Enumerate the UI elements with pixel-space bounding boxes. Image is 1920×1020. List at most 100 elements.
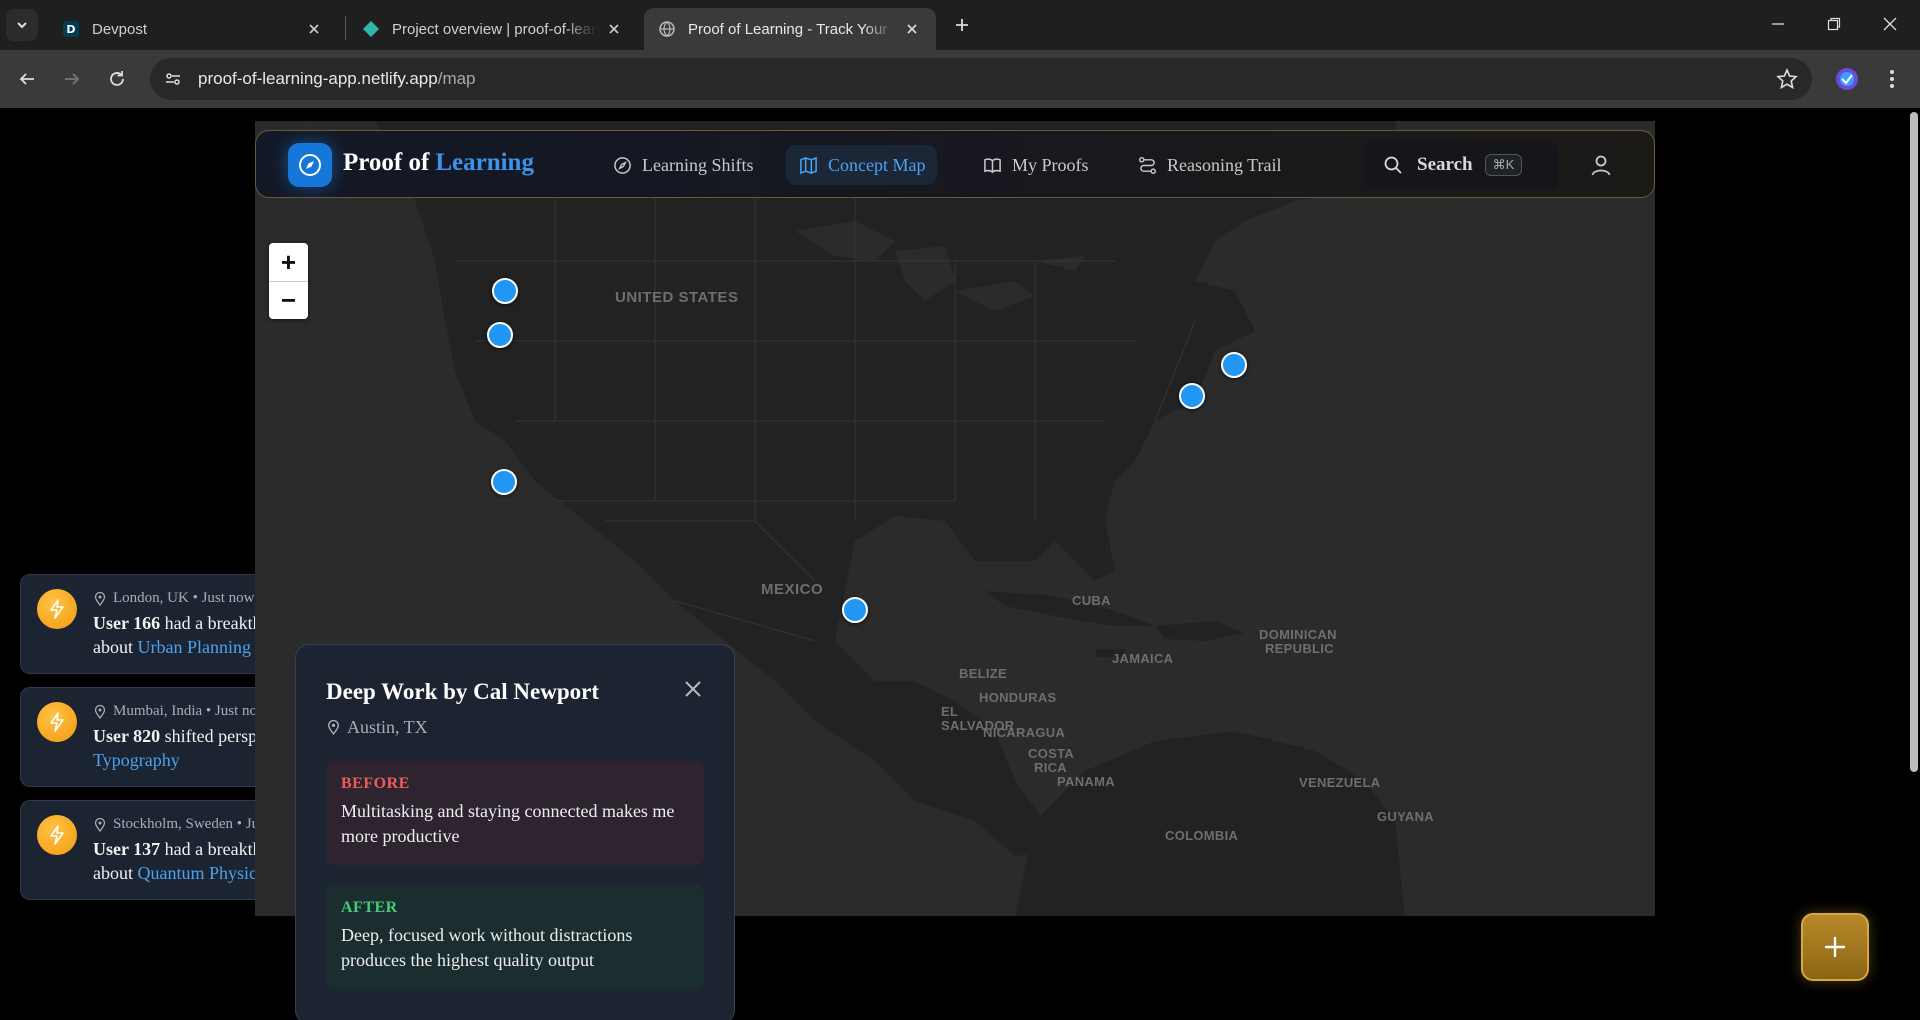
feed-topic-link[interactable]: Urban Planning — [138, 637, 251, 657]
extension-avatar[interactable] — [1832, 64, 1862, 94]
nav-my-proofs[interactable]: My Proofs — [970, 145, 1101, 185]
restore-button[interactable] — [1806, 0, 1862, 48]
compass-logo-icon — [299, 154, 321, 176]
browser-tab-devpost[interactable]: D Devpost — [48, 8, 338, 50]
url-host: proof-of-learning-app.netlify.app — [198, 69, 438, 88]
close-icon — [1883, 17, 1897, 31]
minimize-icon — [1772, 23, 1784, 25]
app-logo[interactable] — [288, 143, 332, 187]
url-path: /map — [437, 69, 476, 88]
app-header: Proof of Learning Learning Shifts Concept… — [255, 130, 1655, 198]
minimize-button[interactable] — [1750, 0, 1806, 48]
new-tab-button[interactable] — [948, 11, 976, 39]
nav-label: My Proofs — [1012, 154, 1089, 175]
feed-topic-link[interactable]: Typography — [93, 750, 180, 770]
reload-icon — [110, 71, 124, 86]
feed-line: User 166 had a breakthrough — [93, 613, 255, 634]
before-text: Multitasking and staying connected makes… — [341, 801, 675, 846]
address-bar[interactable]: proof-of-learning-app.netlify.app/map — [150, 58, 1812, 100]
browser-toolbar: proof-of-learning-app.netlify.app/map — [0, 50, 1920, 108]
restore-icon — [1827, 17, 1841, 31]
activity-feed-item[interactable]: Mumbai, India • Just now User 820 shifte… — [20, 687, 255, 787]
close-icon[interactable] — [902, 19, 922, 39]
nav-learning-shifts[interactable]: Learning Shifts — [600, 145, 765, 185]
popup-location: Austin, TX — [326, 717, 428, 738]
close-icon[interactable] — [681, 677, 705, 701]
lightning-icon — [37, 815, 77, 855]
url-text: proof-of-learning-app.netlify.app/map — [198, 69, 476, 89]
map-label-belize: BELIZE — [959, 666, 1008, 681]
add-learning-shift-button[interactable] — [1801, 913, 1869, 981]
map-pin[interactable] — [492, 278, 518, 304]
app-brand[interactable]: Proof of Learning — [343, 149, 534, 177]
after-belief-box: AFTER Deep, focused work without distrac… — [326, 885, 704, 989]
tab-title: Project overview | proof-of-learning — [392, 20, 596, 38]
map-pin[interactable] — [491, 469, 517, 495]
user-icon[interactable] — [1589, 153, 1613, 177]
search-button[interactable]: Search ⌘K — [1363, 141, 1559, 189]
location-pin-icon — [94, 817, 106, 832]
after-label: AFTER — [341, 899, 398, 916]
hispaniola-land — [1155, 621, 1245, 641]
map-pin[interactable] — [1221, 352, 1247, 378]
close-window-button[interactable] — [1862, 0, 1918, 48]
map-label-nicaragua: NICARAGUA — [983, 725, 1066, 740]
map-label-jamaica: JAMAICA — [1112, 651, 1174, 666]
nav-reasoning-trail[interactable]: Reasoning Trail — [1125, 145, 1294, 185]
feed-location: Mumbai, India • Just now — [113, 703, 255, 719]
popup-location-text: Austin, TX — [347, 717, 428, 737]
popup-title: Deep Work by Cal Newport — [326, 679, 600, 704]
lightning-icon — [37, 702, 77, 742]
map-zoom-control: + − — [269, 243, 308, 319]
activity-feed-item[interactable]: Stockholm, Sweden • Just now User 137 ha… — [20, 800, 255, 900]
map-pin-austin[interactable] — [842, 597, 868, 623]
map-label-venezuela: VENEZUELA — [1299, 775, 1381, 790]
location-pin-icon — [94, 704, 106, 719]
feed-action: had a breakthrough — [164, 839, 255, 859]
nav-label: Concept Map — [828, 154, 926, 175]
route-icon — [1137, 155, 1157, 175]
nav-concept-map[interactable]: Concept Map — [786, 145, 938, 185]
map-label-colombia: COLOMBIA — [1165, 828, 1239, 843]
feed-topic-link[interactable]: Quantum Physics — [138, 863, 256, 883]
search-icon — [1384, 156, 1402, 174]
browser-tab-proof-of-learning[interactable]: Proof of Learning - Track Your Learning — [644, 8, 936, 50]
feed-meta: Stockholm, Sweden • Just now — [93, 816, 255, 833]
map-label-costa-rica: COSTA — [1028, 746, 1075, 761]
close-icon[interactable] — [604, 19, 624, 39]
back-button[interactable] — [10, 62, 44, 96]
close-icon[interactable] — [304, 19, 324, 39]
reload-button[interactable] — [100, 62, 134, 96]
feed-prefix: about — [93, 637, 138, 657]
site-settings-icon[interactable] — [158, 64, 188, 94]
tab-search-button[interactable] — [6, 9, 38, 41]
map-label-united-states: UNITED STATES — [615, 289, 739, 306]
zoom-in-button[interactable]: + — [269, 243, 308, 281]
plus-icon — [1824, 936, 1846, 958]
feed-line: User 820 shifted perspective on — [93, 726, 255, 747]
map-pin[interactable] — [1179, 383, 1205, 409]
nav-label: Learning Shifts — [642, 154, 754, 175]
browser-tab-netlify[interactable]: Project overview | proof-of-learning — [348, 8, 638, 50]
search-shortcut-badge: ⌘K — [1484, 154, 1523, 176]
zoom-out-button[interactable]: − — [269, 281, 308, 319]
tab-title: Devpost — [92, 20, 148, 38]
cuba-land — [985, 591, 1155, 626]
map-pin[interactable] — [487, 322, 513, 348]
browser-menu-button[interactable] — [1877, 64, 1907, 94]
chevron-down-icon — [17, 22, 27, 29]
svg-text:D: D — [66, 23, 75, 36]
feed-prefix: about — [93, 863, 138, 883]
plus-icon — [956, 19, 968, 31]
page-scrollbar[interactable] — [1910, 112, 1918, 772]
activity-feed-item[interactable]: London, UK • Just now User 166 had a bre… — [20, 574, 255, 674]
bookmark-star-icon[interactable] — [1776, 68, 1798, 90]
tab-separator — [345, 16, 346, 40]
forward-button[interactable] — [55, 62, 89, 96]
map-label-dominican-republic: DOMINICAN — [1259, 627, 1337, 642]
before-label: BEFORE — [341, 775, 410, 792]
netlify-icon — [362, 20, 380, 38]
location-pin-icon — [94, 591, 106, 606]
globe-icon — [658, 20, 676, 38]
arrow-right-icon — [65, 73, 80, 85]
